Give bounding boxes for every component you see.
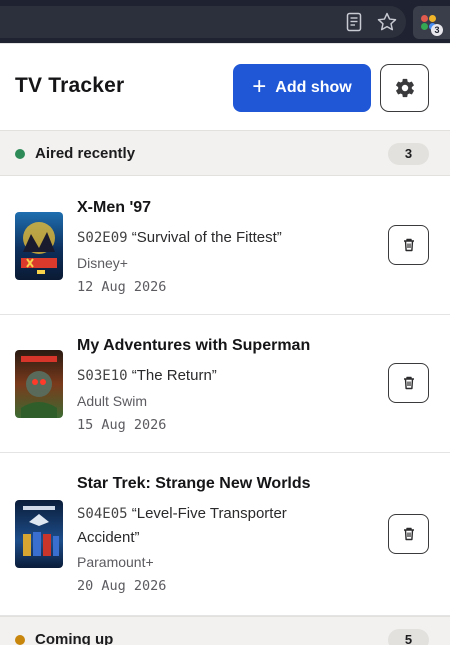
air-date: 20 Aug 2026	[77, 578, 167, 594]
show-title: Star Trek: Strange New Worlds	[77, 475, 311, 492]
plus-icon: +	[252, 73, 267, 100]
delete-show-button[interactable]	[388, 514, 429, 554]
status-dot	[15, 149, 25, 159]
air-date: 15 Aug 2026	[77, 417, 167, 433]
section-header-coming-up[interactable]: Coming up 5	[0, 616, 450, 645]
list-item: Star Trek: Strange New Worlds S04E05 “Le…	[0, 453, 450, 616]
gear-icon	[395, 78, 414, 98]
bookmark-star-icon[interactable]	[376, 11, 398, 33]
air-date: 12 Aug 2026	[77, 279, 167, 295]
episode-title: “Survival of the Fittest”	[131, 229, 282, 246]
episode-code: S03E10	[77, 368, 128, 384]
episode-line: S02E09 “Survival of the Fittest”	[77, 226, 337, 250]
episode-line: S04E05 “Level-Five Transporter Accident”	[77, 502, 337, 549]
show-title: My Adventures with Superman	[77, 337, 311, 354]
trash-icon	[403, 238, 414, 252]
show-poster	[15, 500, 63, 568]
app-header: TV Tracker + Add show	[0, 43, 450, 131]
section-label: Aired recently	[35, 145, 136, 162]
episode-title: “The Return”	[131, 367, 217, 384]
extension-button[interactable]: 3	[413, 6, 450, 39]
delete-show-button[interactable]	[388, 225, 429, 265]
episode-line: S03E10 “The Return”	[77, 364, 337, 388]
show-title: X-Men '97	[77, 199, 152, 216]
extension-badge: 3	[431, 24, 443, 36]
episode-code: S02E09	[77, 230, 128, 246]
network-label: Adult Swim	[77, 393, 148, 409]
list-item: X-Men '97 S02E09 “Survival of the Fittes…	[0, 176, 450, 315]
show-poster	[15, 350, 63, 418]
section-header-aired-recently[interactable]: Aired recently 3	[0, 130, 450, 176]
network-label: Paramount+	[77, 554, 154, 570]
trash-icon	[403, 527, 414, 541]
add-show-label: Add show	[275, 79, 352, 96]
browser-toolbar: 3	[0, 0, 450, 43]
add-show-button[interactable]: + Add show	[233, 64, 371, 112]
list-item: My Adventures with Superman S03E10 “The …	[0, 315, 450, 453]
section-label: Coming up	[35, 631, 114, 645]
episode-code: S04E05	[77, 506, 128, 522]
delete-show-button[interactable]	[388, 363, 429, 403]
settings-button[interactable]	[380, 64, 429, 112]
status-dot	[15, 635, 25, 645]
page-title: TV Tracker	[15, 74, 125, 97]
network-label: Disney+	[77, 255, 128, 271]
section-count-badge: 3	[388, 143, 429, 165]
show-poster	[15, 212, 63, 280]
section-count-badge: 5	[388, 629, 429, 645]
reader-mode-icon[interactable]	[343, 11, 365, 33]
trash-icon	[403, 376, 414, 390]
